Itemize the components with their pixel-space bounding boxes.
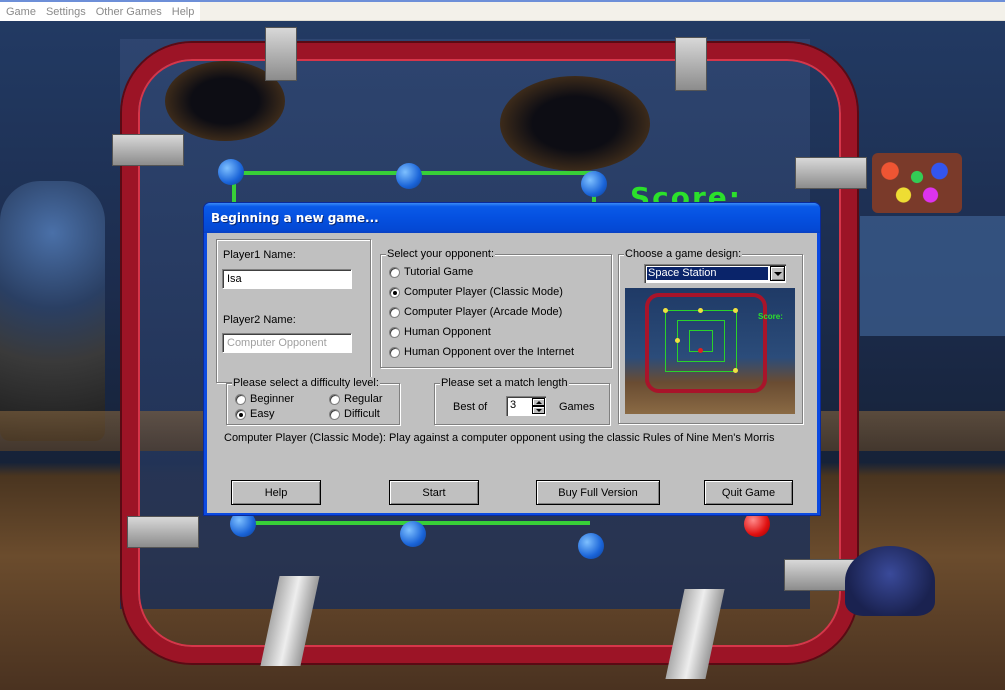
preview-peg bbox=[733, 368, 738, 373]
preview-peg-red bbox=[698, 348, 703, 353]
radio-label: Easy bbox=[250, 408, 275, 420]
dialog-titlebar[interactable]: Beginning a new game... bbox=[204, 203, 820, 233]
player1-name-input[interactable]: Isa bbox=[222, 269, 352, 289]
chevron-down-icon[interactable] bbox=[770, 266, 785, 281]
player-names-group: Player1 Name: Isa Player2 Name: Computer… bbox=[216, 239, 371, 383]
radio-label: Beginner bbox=[250, 393, 295, 405]
opponent-caption: Select your opponent: bbox=[386, 248, 496, 260]
match-caption: Please set a match length bbox=[440, 377, 569, 389]
player1-label: Player1 Name: bbox=[223, 249, 296, 261]
radio-indicator bbox=[235, 408, 246, 420]
radio-label: Regular bbox=[344, 393, 383, 405]
radio-label: Difficult bbox=[344, 408, 380, 420]
start-button[interactable]: Start bbox=[389, 480, 479, 505]
menu-settings[interactable]: Settings bbox=[40, 2, 90, 22]
opponent-internet-radio[interactable]: Human Opponent over the Internet bbox=[389, 346, 574, 358]
opponent-group: Select your opponent: Tutorial Game Comp… bbox=[380, 248, 612, 368]
radio-label: Human Opponent over the Internet bbox=[404, 346, 574, 358]
difficulty-caption: Please select a difficulty level: bbox=[232, 377, 380, 389]
opponent-computer-classic-radio[interactable]: Computer Player (Classic Mode) bbox=[389, 286, 563, 298]
menu-other-games[interactable]: Other Games bbox=[90, 2, 166, 22]
menu-bar: Game Settings Other Games Help bbox=[0, 0, 1005, 22]
candy-dispenser bbox=[872, 153, 962, 213]
opponent-computer-arcade-radio[interactable]: Computer Player (Arcade Mode) bbox=[389, 306, 562, 318]
side-box bbox=[860, 216, 1005, 336]
design-caption: Choose a game design: bbox=[624, 248, 743, 260]
new-game-dialog: Beginning a new game... Player1 Name: Is… bbox=[203, 202, 821, 516]
preview-peg bbox=[675, 338, 680, 343]
radio-indicator bbox=[329, 408, 340, 420]
difficulty-regular-radio[interactable]: Regular bbox=[329, 393, 383, 405]
preview-score-text: Score: bbox=[758, 312, 783, 321]
radio-indicator bbox=[389, 326, 400, 338]
buy-full-version-button[interactable]: Buy Full Version bbox=[536, 480, 660, 505]
radio-label: Human Opponent bbox=[404, 326, 491, 338]
preview-peg bbox=[698, 308, 703, 313]
games-label: Games bbox=[559, 401, 595, 413]
dialog-title: Beginning a new game... bbox=[211, 211, 379, 225]
spin-up-icon[interactable] bbox=[532, 398, 545, 406]
difficulty-easy-radio[interactable]: Easy bbox=[235, 408, 274, 420]
frame-clamp bbox=[112, 134, 184, 166]
match-length-spinner[interactable]: 3 bbox=[506, 396, 546, 416]
opponent-human-radio[interactable]: Human Opponent bbox=[389, 326, 491, 338]
design-select[interactable]: Space Station bbox=[644, 264, 786, 283]
match-length-value: 3 bbox=[510, 399, 517, 411]
radio-indicator bbox=[389, 266, 400, 278]
robot-toy bbox=[0, 181, 105, 441]
preview-peg bbox=[733, 308, 738, 313]
help-button[interactable]: Help bbox=[231, 480, 321, 505]
frame-clamp bbox=[795, 157, 867, 189]
difficulty-beginner-radio[interactable]: Beginner bbox=[235, 393, 294, 405]
frame-clamp bbox=[265, 27, 297, 81]
dialog-body: Player1 Name: Isa Player2 Name: Computer… bbox=[207, 233, 817, 513]
radio-label: Tutorial Game bbox=[404, 266, 474, 278]
best-of-label: Best of bbox=[453, 401, 488, 413]
player2-name-input[interactable]: Computer Opponent bbox=[222, 333, 352, 353]
opponent-tutorial-radio[interactable]: Tutorial Game bbox=[389, 266, 473, 278]
quit-game-button[interactable]: Quit Game bbox=[704, 480, 793, 505]
design-select-value: Space Station bbox=[647, 267, 768, 280]
radio-indicator bbox=[329, 393, 340, 405]
player2-label: Player2 Name: bbox=[223, 314, 296, 326]
preview-peg bbox=[663, 308, 668, 313]
toy-figure bbox=[845, 546, 935, 616]
radio-indicator bbox=[389, 306, 400, 318]
menu-help[interactable]: Help bbox=[166, 2, 199, 22]
menu-game[interactable]: Game bbox=[0, 2, 40, 22]
spin-down-icon[interactable] bbox=[532, 406, 545, 414]
radio-indicator bbox=[235, 393, 246, 405]
frame-clamp bbox=[127, 516, 199, 548]
difficulty-group: Please select a difficulty level: Beginn… bbox=[226, 377, 400, 425]
difficulty-difficult-radio[interactable]: Difficult bbox=[329, 408, 380, 420]
frame-clamp bbox=[675, 37, 707, 91]
radio-indicator bbox=[389, 346, 400, 358]
opponent-description: Computer Player (Classic Mode): Play aga… bbox=[224, 432, 775, 444]
radio-label: Computer Player (Classic Mode) bbox=[404, 286, 563, 298]
radio-label: Computer Player (Arcade Mode) bbox=[404, 306, 563, 318]
design-preview-image: Score: bbox=[625, 288, 795, 414]
radio-indicator bbox=[389, 286, 400, 298]
